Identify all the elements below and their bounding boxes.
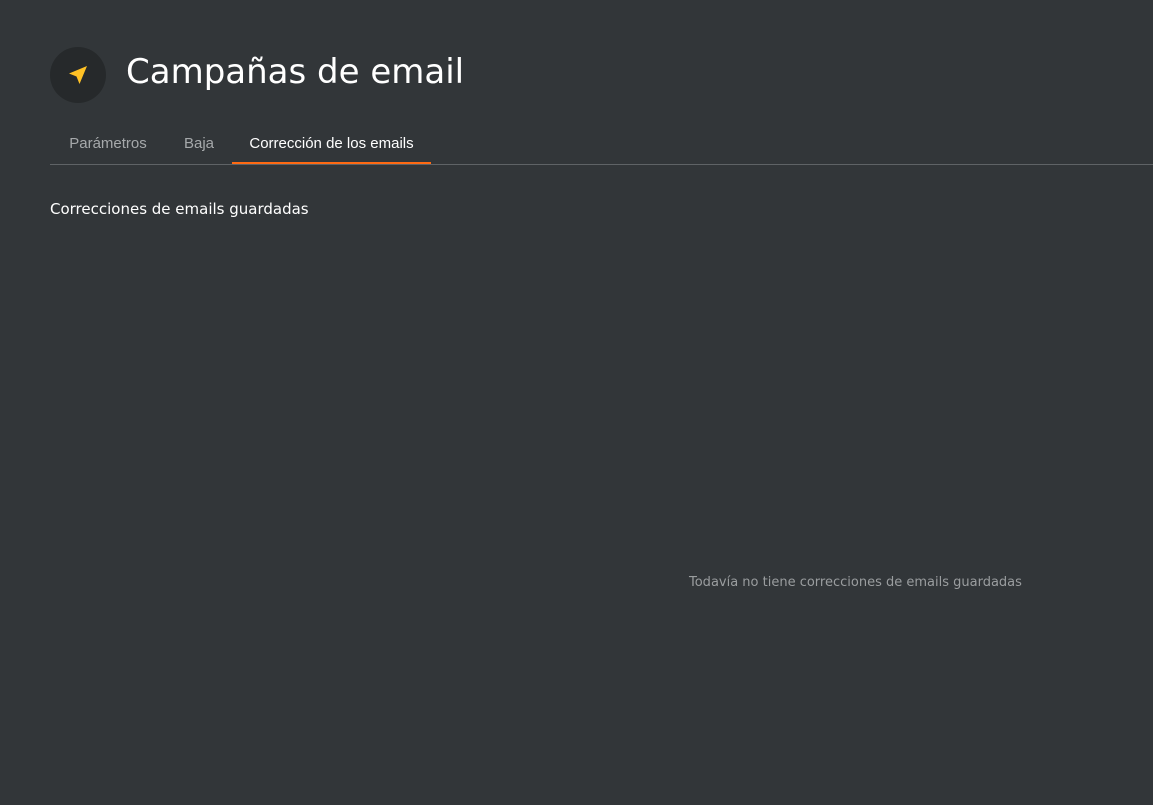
tab-bar: Parámetros Baja Corrección de los emails [50, 124, 1153, 165]
paper-plane-icon [69, 66, 87, 84]
page-title: Campañas de email [126, 52, 465, 92]
tab-parametros[interactable]: Parámetros [50, 124, 166, 163]
section-title: Correcciones de emails guardadas [50, 200, 309, 218]
tab-baja[interactable]: Baja [166, 124, 232, 163]
empty-state-message: Todavía no tiene correcciones de emails … [689, 575, 1022, 590]
campaign-avatar [50, 47, 106, 103]
tab-correccion-emails[interactable]: Corrección de los emails [232, 124, 431, 164]
